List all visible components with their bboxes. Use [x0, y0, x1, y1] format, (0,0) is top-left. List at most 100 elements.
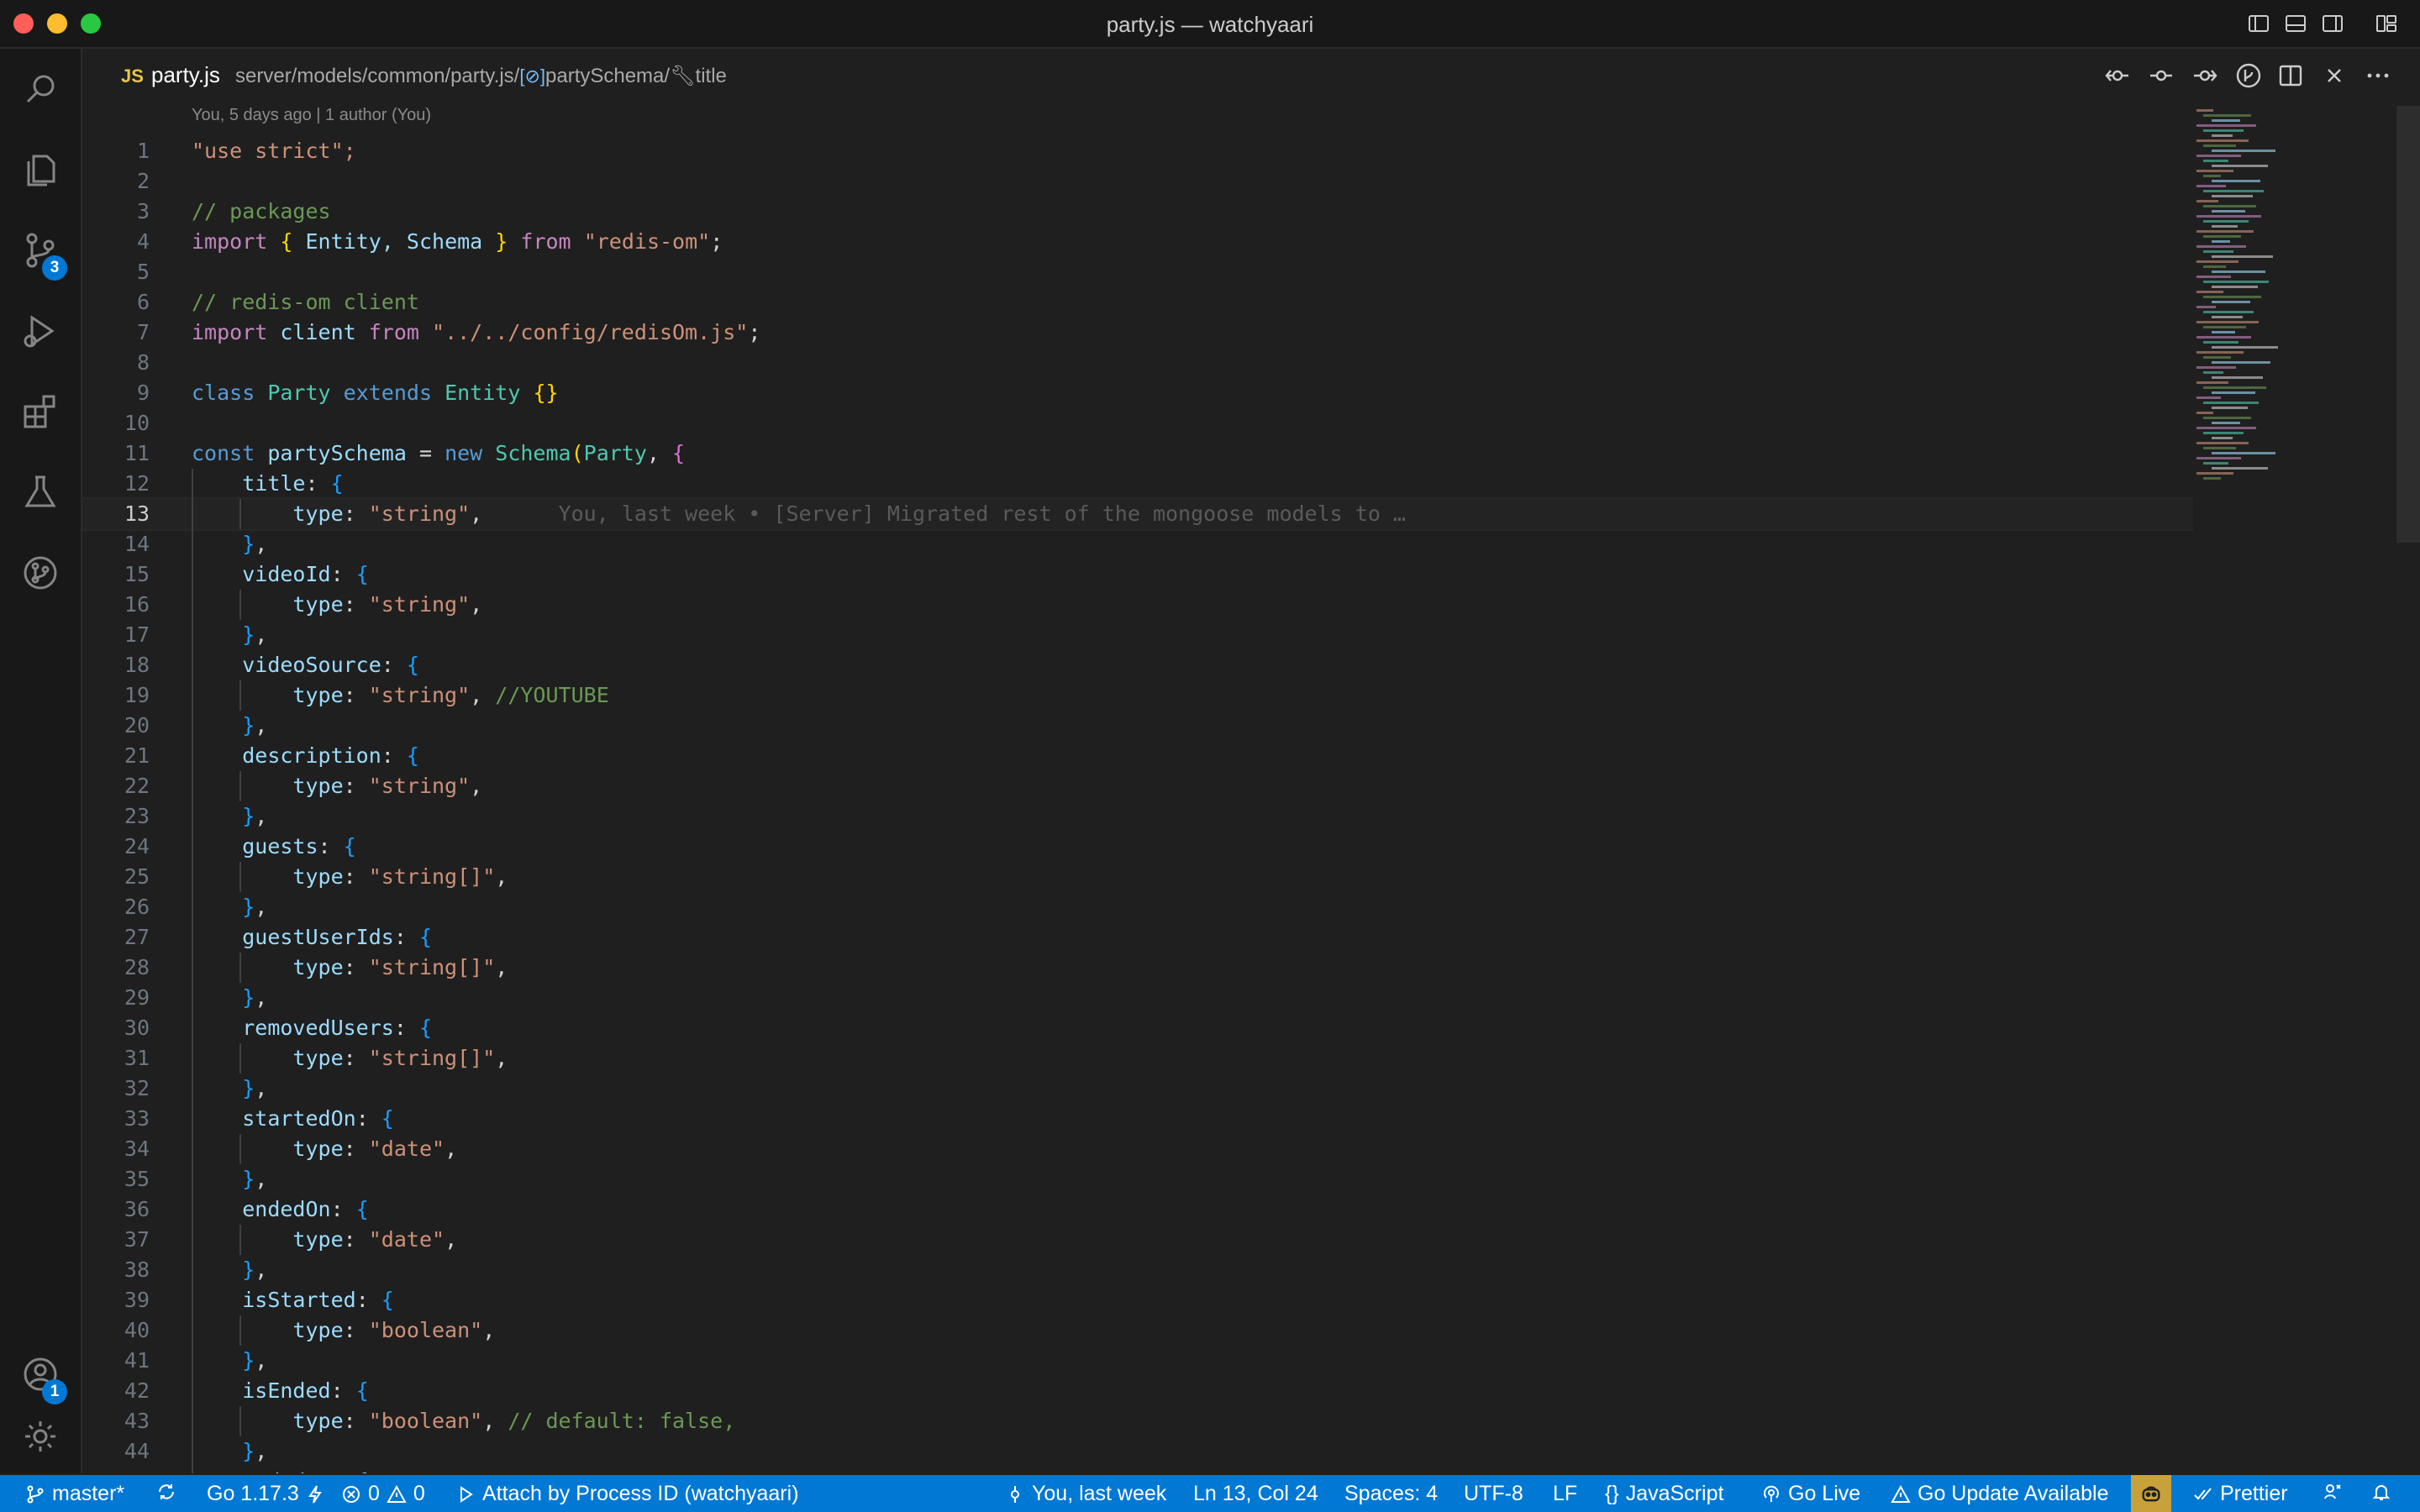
copilot-icon[interactable]	[2131, 1475, 2171, 1512]
minimap-line	[2196, 291, 2223, 293]
code-line[interactable]: 10	[82, 408, 2193, 438]
code-line[interactable]: 37 type: "date",	[82, 1225, 2193, 1255]
code-text: isStarted: {	[242, 1288, 394, 1312]
toggle-secondary-sidebar-icon[interactable]	[2321, 12, 2344, 35]
code-text: type: "string",	[292, 774, 483, 798]
code-line[interactable]: 23 },	[82, 801, 2193, 832]
code-line[interactable]: 25 type: "string[]",	[82, 862, 2193, 892]
code-line[interactable]: 22 type: "string",	[82, 771, 2193, 801]
code-line[interactable]: 9 class Party extends Entity {}	[82, 378, 2193, 408]
code-line[interactable]: 36 endedOn: {	[82, 1194, 2193, 1225]
code-line[interactable]: 17 },	[82, 620, 2193, 650]
blame-status[interactable]: You, last week	[1005, 1482, 1166, 1506]
encoding-status[interactable]: UTF-8	[1464, 1482, 1523, 1506]
code-line[interactable]: 15 videoId: {	[82, 559, 2193, 590]
code-line[interactable]: 26 },	[82, 892, 2193, 922]
breadcrumb-leaf[interactable]: title	[696, 65, 727, 87]
explorer-icon[interactable]	[0, 129, 81, 210]
prettier-status[interactable]: Prettier	[2193, 1482, 2288, 1506]
code-line[interactable]: 6 // redis-om client	[82, 287, 2193, 318]
problems-status[interactable]: 0 0	[341, 1482, 425, 1506]
code-editor[interactable]: 1 "use strict"; 2 3// packages 4 import { Ent…	[82, 131, 2193, 1473]
cursor-position[interactable]: Ln 13, Col 24	[1193, 1482, 1318, 1506]
tab-party-js[interactable]: party.js	[151, 62, 220, 88]
code-line[interactable]: 28 type: "string[]",	[82, 953, 2193, 983]
code-line[interactable]: 21 description: {	[82, 741, 2193, 771]
code-line[interactable]: 34 type: "date",	[82, 1134, 2193, 1164]
minimap-line	[2212, 210, 2245, 213]
next-revision-icon[interactable]	[2191, 62, 2218, 89]
code-line[interactable]: 7 import client from "../../config/redisO…	[82, 318, 2193, 348]
code-line[interactable]: 13 type: "string", You, last week • [Ser…	[82, 497, 2193, 531]
code-line[interactable]: 18 videoSource: {	[82, 650, 2193, 680]
code-line[interactable]: 41 },	[82, 1346, 2193, 1376]
code-line[interactable]: 24 guests: {	[82, 832, 2193, 862]
code-line[interactable]: 29 },	[82, 983, 2193, 1013]
indentation-status[interactable]: Spaces: 4	[1344, 1482, 1438, 1506]
code-line[interactable]: 20 },	[82, 711, 2193, 741]
minimap-line	[2196, 230, 2254, 233]
settings-gear-icon[interactable]	[0, 1396, 81, 1477]
code-line[interactable]: 30 removedUsers: {	[82, 1013, 2193, 1043]
minimap-line	[2203, 341, 2238, 344]
code-text: type: "date",	[292, 1137, 458, 1161]
run-debug-icon[interactable]	[0, 291, 81, 371]
code-line[interactable]: 31 type: "string[]",	[82, 1043, 2193, 1074]
breadcrumb-symbol[interactable]: partySchema	[545, 65, 664, 87]
testing-icon[interactable]	[0, 452, 81, 533]
code-line[interactable]: 5	[82, 257, 2193, 287]
code-line[interactable]: 39 isStarted: {	[82, 1285, 2193, 1315]
code-line[interactable]: 8	[82, 348, 2193, 378]
branch-status[interactable]: master*	[25, 1482, 124, 1506]
line-number: 29	[124, 985, 150, 1010]
code-line[interactable]: 45 endedBy: {	[82, 1467, 2193, 1473]
code-line[interactable]: 32 },	[82, 1074, 2193, 1104]
codelens-authors[interactable]: You, 5 days ago | 1 author (You)	[192, 106, 431, 125]
customize-layout-icon[interactable]	[2375, 12, 2398, 35]
more-actions-icon[interactable]	[2365, 62, 2391, 89]
code-line[interactable]: 27 guestUserIds: {	[82, 922, 2193, 953]
close-tab-icon[interactable]	[2321, 62, 2348, 89]
open-changes-icon[interactable]	[2104, 62, 2131, 89]
code-line[interactable]: 33 startedOn: {	[82, 1104, 2193, 1134]
attach-process-status[interactable]: Attach by Process ID (watchyaari)	[455, 1482, 799, 1506]
eol-status[interactable]: LF	[1553, 1482, 1577, 1506]
code-line[interactable]: 44 },	[82, 1436, 2193, 1467]
source-control-icon[interactable]: 3	[0, 210, 81, 291]
editor-scrollbar[interactable]	[2396, 106, 2420, 543]
go-live-status[interactable]: Go Live	[1761, 1482, 1860, 1506]
toggle-panel-icon[interactable]	[2284, 12, 2307, 35]
code-line[interactable]: 19 type: "string", //YOUTUBE	[82, 680, 2193, 711]
code-line[interactable]: 14 },	[82, 529, 2193, 559]
search-icon[interactable]	[0, 49, 81, 129]
code-line[interactable]: 43 type: "boolean", // default: false,	[82, 1406, 2193, 1436]
go-update-status[interactable]: Go Update Available	[1891, 1482, 2108, 1506]
code-line[interactable]: 35 },	[82, 1164, 2193, 1194]
minimap[interactable]	[2193, 102, 2395, 1473]
code-line[interactable]: 1 "use strict";	[82, 136, 2193, 166]
breadcrumb[interactable]: server/models/common/party.js/[⊘]partySc…	[235, 64, 727, 88]
feedback-icon[interactable]	[2323, 1482, 2343, 1502]
code-line[interactable]: 4 import { Entity, Schema } from "redis-o…	[82, 227, 2193, 257]
go-version-status[interactable]: Go 1.17.3	[207, 1482, 326, 1506]
code-line[interactable]: 42 isEnded: {	[82, 1376, 2193, 1406]
previous-revision-icon[interactable]	[2148, 62, 2175, 89]
code-line[interactable]: 2	[82, 166, 2193, 197]
notifications-bell-icon[interactable]	[2371, 1482, 2391, 1502]
symbol-variable-icon: [⊘]	[519, 66, 545, 87]
breadcrumb-path[interactable]: server/models/common/party.js/	[235, 65, 519, 87]
git-lens-icon[interactable]	[2235, 62, 2262, 89]
git-graph-icon[interactable]	[0, 533, 81, 613]
extensions-icon[interactable]	[0, 371, 81, 452]
minimap-line	[2203, 190, 2264, 192]
sync-icon[interactable]	[156, 1482, 176, 1502]
split-editor-icon[interactable]	[2277, 62, 2304, 89]
code-line[interactable]: 40 type: "boolean",	[82, 1315, 2193, 1346]
code-line[interactable]: 3 // packages	[82, 197, 2193, 227]
language-status[interactable]: {} JavaScript	[1605, 1482, 1723, 1506]
code-line[interactable]: 11 const partySchema = new Schema(Party, …	[82, 438, 2193, 469]
code-line[interactable]: 38 },	[82, 1255, 2193, 1285]
code-line[interactable]: 12 title: {	[82, 469, 2193, 499]
code-line[interactable]: 16 type: "string",	[82, 590, 2193, 620]
toggle-primary-sidebar-icon[interactable]	[2247, 12, 2270, 35]
